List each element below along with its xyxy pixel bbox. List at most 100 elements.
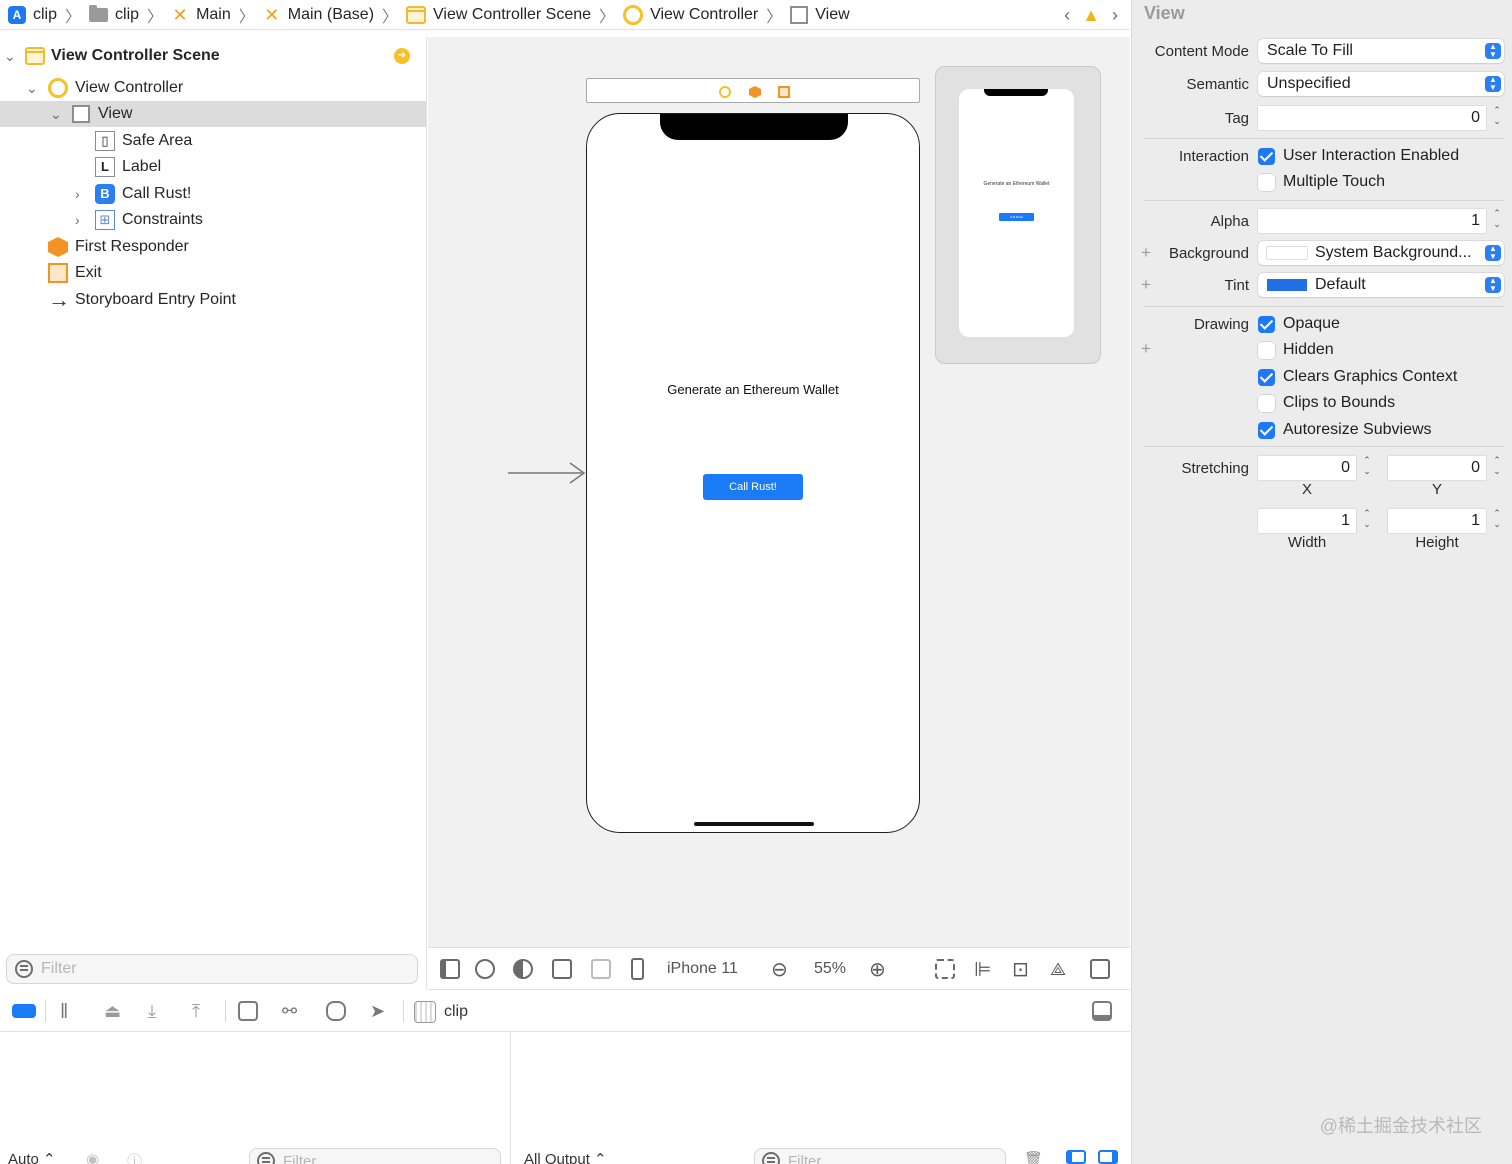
warning-icon[interactable]: ▲ [1082,5,1100,26]
view-controller-icon[interactable] [719,86,731,98]
appearance-button[interactable] [513,958,533,980]
step-out-button[interactable]: ⤒ [192,1001,200,1022]
plus-icon[interactable]: + [1141,275,1151,295]
align-button[interactable]: ⊫ [974,958,991,981]
add-constraints-button[interactable]: ⊡ [1012,958,1029,981]
breadcrumb-item-folder[interactable]: clip 〉 [81,0,163,30]
orientation-button[interactable] [552,958,572,980]
tree-row-view-controller[interactable]: ⌄ View Controller [0,75,426,101]
target-selector[interactable]: clip [414,1001,468,1023]
breadcrumb-item-storyboard-base[interactable]: ✕ Main (Base) 〉 [255,0,398,30]
tree-row-safe-area[interactable]: ▯ Safe Area [0,128,426,154]
forward-chevron-icon[interactable]: › [1112,5,1118,26]
stretch-height-field[interactable]: 1 [1388,509,1486,533]
stretch-y-field[interactable]: 0 [1388,456,1486,480]
output-selector[interactable]: All Output ⌃ [524,1150,607,1164]
navigator-filter-field[interactable]: Filter [6,954,418,984]
user-interaction-checkbox[interactable]: User Interaction Enabled [1258,145,1459,167]
info-icon[interactable]: ⓘ [127,1150,142,1164]
clears-graphics-checkbox[interactable]: Clears Graphics Context [1258,366,1457,388]
variables-filter-field[interactable]: Filter [249,1148,501,1164]
toggle-console-button[interactable] [1092,1001,1112,1021]
background-label: Background [1168,245,1249,262]
device-button[interactable] [631,958,644,980]
accessibility-button[interactable] [475,958,495,980]
tint-popup[interactable]: Default ▲ ▼ [1258,273,1504,297]
storyboard-canvas[interactable]: Generate an Ethereum Wallet Call Rust! G… [428,37,1130,947]
alpha-field[interactable]: 1 [1258,209,1486,233]
environment-overrides-button[interactable] [326,1001,346,1021]
tree-row-scene[interactable]: ⌄ View Controller Scene ➜ [0,43,426,69]
multiple-touch-checkbox[interactable]: Multiple Touch [1258,171,1385,193]
variables-scope-selector[interactable]: Auto ⌃ [8,1150,56,1164]
console-filter-field[interactable]: Filter [754,1148,1006,1164]
semantic-popup[interactable]: Unspecified ▲ ▼ [1258,72,1504,96]
minimap-preview[interactable]: Generate an Ethereum Wallet Call Rust! [935,66,1101,364]
zoom-out-button[interactable]: ⊖ [771,958,788,981]
eye-icon[interactable]: ◉ [86,1150,99,1164]
tag-stepper[interactable]: ⌃ ⌄ [1490,105,1504,131]
tree-row-first-responder[interactable]: First Responder [0,234,426,260]
stretch-y-stepper[interactable]: ⌃ ⌄ [1490,455,1504,481]
arrow-badge-icon[interactable]: ➜ [394,48,410,64]
toggle-outline-button[interactable] [440,958,460,980]
call-rust-button[interactable]: Call Rust! [703,474,803,500]
plus-icon[interactable]: + [1141,339,1151,359]
disclosure-down-icon[interactable]: ⌄ [4,48,16,65]
stretch-height-stepper[interactable]: ⌃ ⌄ [1490,508,1504,534]
step-into-button[interactable]: ⤓ [148,1001,156,1022]
breadcrumb-item-view-controller[interactable]: View Controller 〉 [615,0,782,30]
tree-row-button[interactable]: › B Call Rust! [0,181,426,207]
chevron-right-icon: 〉 [147,8,164,26]
resolve-issues-button[interactable]: ⟁ [1050,958,1066,980]
back-chevron-icon[interactable]: ‹ [1064,5,1070,26]
breadcrumb-item-view[interactable]: View [782,0,850,30]
embed-in-button[interactable] [1090,958,1110,980]
show-console-icon[interactable] [1098,1150,1118,1164]
trash-icon[interactable]: 🗑 [1024,1150,1043,1164]
disclosure-down-icon[interactable]: ⌄ [50,106,62,123]
split-button[interactable] [591,958,611,980]
memory-graph-button[interactable]: ⚯ [282,1001,297,1022]
toggle-debug-area-button[interactable] [12,1004,36,1018]
breadcrumb-item-scene[interactable]: View Controller Scene 〉 [398,0,615,30]
tree-row-view[interactable]: ⌄ View [0,101,426,127]
zoom-in-button[interactable]: ⊕ [869,958,886,981]
hidden-checkbox[interactable]: Hidden [1258,339,1334,361]
disclosure-down-icon[interactable]: ⌄ [26,80,38,97]
step-over-button[interactable]: ⏏ [104,1001,121,1022]
breadcrumb-item-project[interactable]: clip 〉 [0,0,81,30]
stretch-width-stepper[interactable]: ⌃ ⌄ [1360,508,1374,534]
stretch-x-stepper[interactable]: ⌃ ⌄ [1360,455,1374,481]
show-variables-icon[interactable] [1066,1150,1086,1164]
tree-row-constraints[interactable]: › ⊞ Constraints [0,207,426,233]
opaque-checkbox[interactable]: Opaque [1258,313,1340,335]
simulate-location-button[interactable]: ➤ [370,1001,385,1022]
exit-icon[interactable] [778,86,790,98]
plus-icon[interactable]: + [1141,243,1151,263]
zoom-level[interactable]: 55% [814,958,846,980]
device-frame[interactable]: Generate an Ethereum Wallet Call Rust! [586,113,920,833]
tree-row-label[interactable]: L Label [0,154,426,180]
content-mode-popup[interactable]: Scale To Fill ▲ ▼ [1258,39,1504,63]
alpha-stepper[interactable]: ⌃ ⌄ [1490,208,1504,234]
stretch-x-field[interactable]: 0 [1258,456,1356,480]
console-divider[interactable] [510,1032,511,1164]
stretch-width-field[interactable]: 1 [1258,509,1356,533]
wallet-label[interactable]: Generate an Ethereum Wallet [587,382,919,397]
breadcrumb-item-storyboard[interactable]: ✕ Main 〉 [163,0,255,30]
first-responder-icon[interactable] [749,86,761,98]
update-frames-button[interactable] [935,958,955,980]
background-popup[interactable]: System Background... ▲ ▼ [1258,241,1504,265]
disclosure-right-icon[interactable]: › [75,212,80,228]
disclosure-right-icon[interactable]: › [75,186,80,202]
entry-point-arrow[interactable] [508,461,588,485]
tree-row-entry-point[interactable]: → Storyboard Entry Point [0,287,426,313]
device-selector[interactable]: iPhone 11 [667,958,738,980]
tree-row-exit[interactable]: Exit [0,260,426,286]
autoresize-checkbox[interactable]: Autoresize Subviews [1258,419,1432,441]
view-hierarchy-button[interactable] [238,1001,258,1021]
pause-button[interactable]: ‖ [60,1001,68,1024]
clips-to-bounds-checkbox[interactable]: Clips to Bounds [1258,392,1395,414]
tag-field[interactable]: 0 [1258,106,1486,130]
